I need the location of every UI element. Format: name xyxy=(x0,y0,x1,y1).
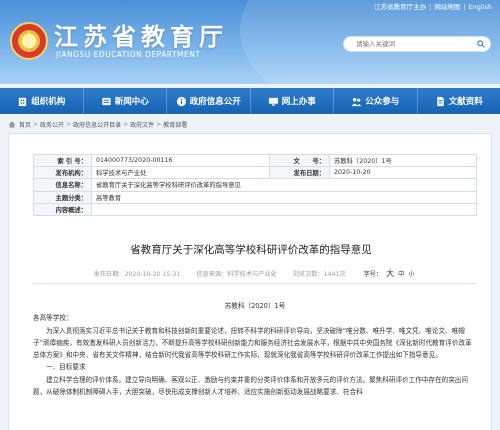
font-size-large[interactable]: 大 xyxy=(386,269,394,278)
meta-value: 科学技术与产业处 xyxy=(91,166,270,180)
search-icon[interactable] xyxy=(477,40,485,48)
font-size-medium[interactable]: 中 xyxy=(398,271,404,278)
document-icon xyxy=(437,96,444,106)
breadcrumb: 首页 > 政务公开 > 政府信息公开目录 > 政府文件 > 教育部署 xyxy=(8,120,187,129)
nav-info[interactable]: 政府信息公开 xyxy=(167,88,251,114)
host-label: 江苏省教育厅主办 xyxy=(374,3,427,11)
breadcrumb-item[interactable]: 政府文件 xyxy=(130,120,154,129)
meta-label: 索 引 号： xyxy=(33,153,92,168)
meta-value: 高等教育 xyxy=(91,190,477,204)
nav-label: 网上办事 xyxy=(281,97,316,107)
nav-org[interactable]: 组织机构 xyxy=(0,88,84,114)
section-heading: 一、目标要求 xyxy=(46,363,86,372)
font-size-small[interactable]: 小 xyxy=(408,271,414,278)
meta-label: 内容概述： xyxy=(33,202,92,216)
meta-value: 苏教科〔2020〕1号 xyxy=(329,153,477,168)
nav-label: 文献资料 xyxy=(448,97,483,107)
sitemap-link[interactable]: 网站地图 xyxy=(434,3,460,11)
breadcrumb-home[interactable]: 首页 xyxy=(19,120,31,129)
doc-number: 苏教科〔2020〕1号 xyxy=(224,302,286,310)
meta-label: 信息名称： xyxy=(33,178,92,192)
article-title: 省教育厅关于深化高等学校科研评价改革的指导意见 xyxy=(130,244,372,256)
search-box xyxy=(343,36,491,52)
breadcrumb-item[interactable]: 政务公开 xyxy=(40,120,64,129)
search-input[interactable] xyxy=(344,37,472,51)
meta-value: 省教育厅关于深化高等学校科研评价改革的指导意见 xyxy=(91,178,477,192)
meta-value: 2020-10-20 xyxy=(329,166,477,180)
paragraph: 建立科学合理的评价体系。建立导向明确、客观公正、激励与约束并重的分类评价体系和开… xyxy=(33,375,468,397)
meta-label: 发布日期： xyxy=(269,166,330,180)
people-icon xyxy=(351,97,362,106)
nav-public[interactable]: 公众参与 xyxy=(334,88,418,114)
site-header: 江苏省教育厅主办 | 网站地图 | English 江苏省教育厅 JIANGSU EDU… xyxy=(0,0,500,84)
monitor-icon xyxy=(268,97,278,106)
nav-label: 组织机构 xyxy=(31,97,66,107)
font-size-label: 字号： xyxy=(363,271,383,278)
site-title[interactable]: 江苏省教育厅 xyxy=(54,17,228,52)
font-size-control: 字号：大中小 xyxy=(362,269,417,278)
top-links: 江苏省教育厅主办 | 网站地图 | English xyxy=(374,3,492,11)
salutation: 各高等学校： xyxy=(33,314,73,323)
breadcrumb-item[interactable]: 政府信息公开目录 xyxy=(73,120,121,129)
nav-label: 新闻中心 xyxy=(114,97,149,107)
info-source: 信息来源：科学技术与产业处 xyxy=(196,271,277,278)
meta-value: 014000773/2020-00116 xyxy=(91,153,270,168)
nav-online[interactable]: 网上办事 xyxy=(251,88,334,114)
info-icon xyxy=(176,96,186,106)
nav-label: 政府信息公开 xyxy=(189,97,241,107)
meta-label: 发布机构： xyxy=(33,166,92,180)
article-body: 苏教科〔2020〕1号 各高等学校： 为深入贯彻落实习近平总书记关于教育和科技创… xyxy=(33,300,477,398)
home-icon xyxy=(8,121,16,128)
meta-table: 索 引 号： 014000773/2020-00116 文 号： 苏教科〔202… xyxy=(33,153,477,216)
nav-label: 公众参与 xyxy=(365,97,400,107)
english-link[interactable]: English xyxy=(469,3,492,11)
article-meta: 发布日期：2020-10-20 15:31 信息来源：科学技术与产业处 浏览次数… xyxy=(33,268,477,284)
site-subtitle: JIANGSU EDUCATION DEPARTMENT xyxy=(56,50,201,59)
breadcrumb-item[interactable]: 教育部署 xyxy=(163,120,187,129)
meta-label: 文 号： xyxy=(269,153,330,168)
nav-docs[interactable]: 文献资料 xyxy=(418,88,500,114)
main-nav: 组织机构 新闻中心 政府信息公开 网上办事 公众参与 文献资料 xyxy=(0,88,500,114)
paragraph: 为深入贯彻落实习近平总书记关于教育和科技创新的重要论述，扭转不科学的科研评价导向… xyxy=(33,326,472,360)
news-icon xyxy=(102,97,111,105)
building-icon xyxy=(19,97,27,106)
nav-news[interactable]: 新闻中心 xyxy=(84,88,167,114)
emblem-logo xyxy=(10,22,48,60)
meta-label: 主题分类： xyxy=(33,190,92,204)
publish-date: 发布日期：2020-10-20 15:31 xyxy=(93,271,181,278)
view-count: 浏览次数：1441次 xyxy=(292,271,346,278)
meta-value xyxy=(91,202,477,216)
content-panel: 索 引 号： 014000773/2020-00116 文 号： 苏教科〔202… xyxy=(8,133,492,430)
